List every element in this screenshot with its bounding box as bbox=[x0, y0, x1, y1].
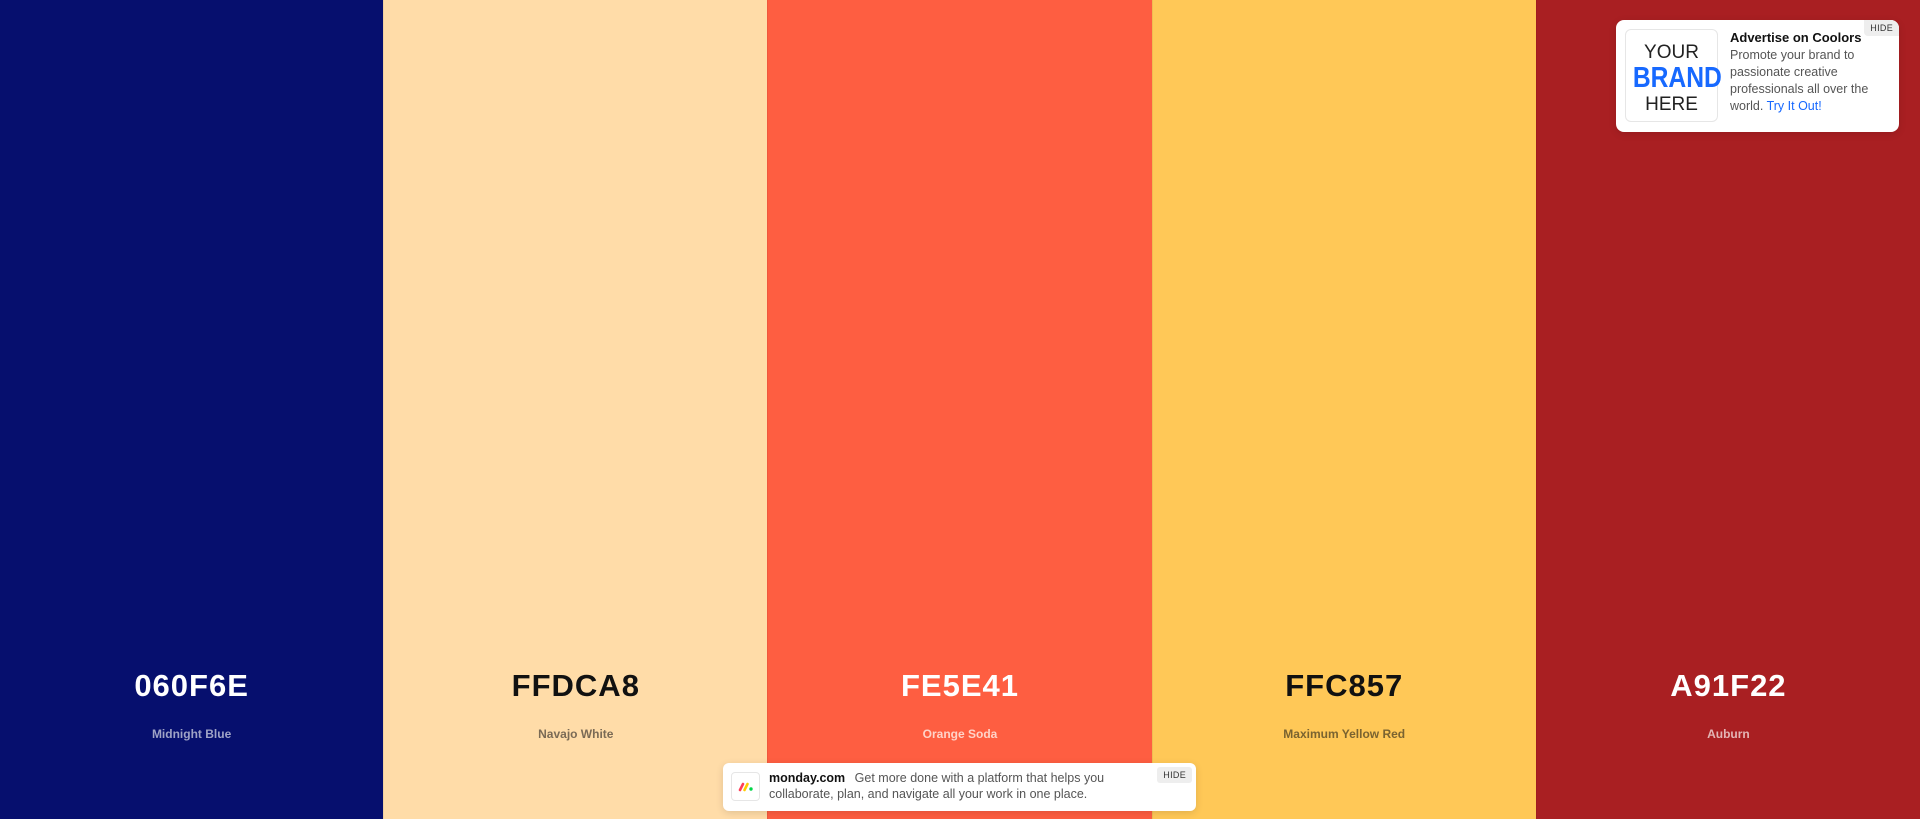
hide-banner-button[interactable]: HIDE bbox=[1157, 767, 1192, 783]
color-swatch[interactable]: FE5E41 Orange Soda bbox=[767, 0, 1152, 819]
ad-body: Promote your brand to passionate creativ… bbox=[1730, 47, 1890, 115]
hex-code[interactable]: A91F22 bbox=[1537, 668, 1920, 704]
hide-ad-button[interactable]: HIDE bbox=[1864, 20, 1899, 36]
sponsor-banner[interactable]: monday.com Get more done with a platform… bbox=[723, 763, 1196, 811]
hex-code[interactable]: FFC857 bbox=[1153, 668, 1536, 704]
color-swatch[interactable]: FFDCA8 Navajo White bbox=[383, 0, 768, 819]
logo-line-3: HERE bbox=[1645, 94, 1698, 115]
banner-brand[interactable]: monday.com bbox=[769, 771, 845, 785]
logo-line-2: BRAND bbox=[1632, 62, 1722, 94]
brand-placeholder-logo[interactable]: YOUR BRAND HERE bbox=[1625, 29, 1722, 122]
advertise-card[interactable]: YOUR BRAND HERE Advertise on Coolors Pro… bbox=[1616, 20, 1899, 132]
monday-logo-icon bbox=[731, 772, 760, 801]
color-name: Midnight Blue bbox=[151, 727, 232, 741]
color-name: Navajo White bbox=[538, 727, 614, 741]
ad-link[interactable]: Try It Out! bbox=[1767, 99, 1822, 113]
hex-code[interactable]: FE5E41 bbox=[768, 668, 1151, 704]
color-name: Auburn bbox=[1707, 727, 1750, 741]
ad-title: Advertise on Coolors bbox=[1730, 30, 1862, 45]
logo-line-1: YOUR bbox=[1644, 42, 1699, 63]
banner-text: monday.com Get more done with a platform… bbox=[769, 770, 1149, 802]
color-name: Maximum Yellow Red bbox=[1283, 727, 1406, 741]
color-swatch[interactable]: 060F6E Midnight Blue bbox=[0, 0, 384, 819]
color-swatch[interactable]: FFC857 Maximum Yellow Red bbox=[1151, 0, 1536, 819]
hex-code[interactable]: 060F6E bbox=[0, 668, 383, 704]
color-name: Orange Soda bbox=[922, 727, 998, 741]
hex-code[interactable]: FFDCA8 bbox=[384, 668, 767, 704]
